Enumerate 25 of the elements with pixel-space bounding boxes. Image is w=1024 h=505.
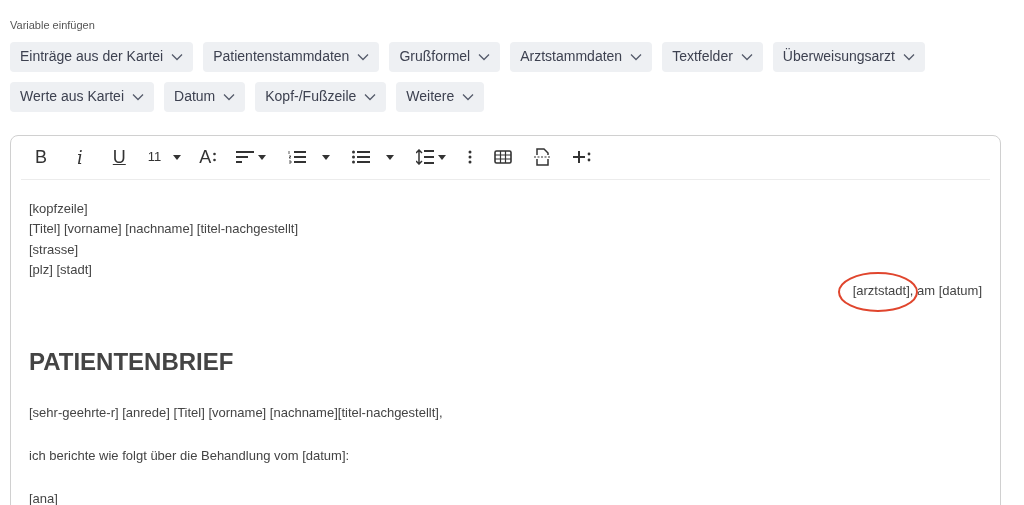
text-format-button[interactable]: A [199, 141, 217, 173]
document-line: [strasse] [29, 240, 79, 259]
variable-dropdown[interactable]: Weitere [396, 81, 485, 112]
document-line: [arztstadt], am [datum] [852, 281, 982, 300]
document-line: [plz] [stadt] [29, 261, 92, 279]
italic-button[interactable]: i [69, 141, 91, 173]
variable-dropdown[interactable]: Patientenstammdaten [203, 41, 380, 72]
variable-dropdown[interactable]: Datum [164, 81, 246, 112]
document-heading: PATIENTENBRIEF [29, 347, 234, 377]
document-paragraph: ich berichte wie folgt über die Behandlung vom [datum]: [29, 447, 350, 465]
document-paragraph: [sehr-geehrte-r] [anrede] [Titel] [vorname] [nachname][titel-nachgestellt], [29, 404, 443, 422]
variable-dropdown[interactable]: Werte aus Kartei [10, 81, 154, 112]
variable-dropdown[interactable]: Arztstammdaten [510, 41, 653, 72]
section-label: Variable einfügen [10, 18, 95, 33]
variable-dropdown[interactable]: Textfelder [662, 41, 763, 72]
variable-dropdown[interactable]: Überweisungsarzt [772, 41, 925, 72]
document-line: [Titel] [vorname] [nachname] [titel-nachgestellt] [29, 220, 299, 238]
document-paragraph: [ana] [29, 490, 58, 505]
document-line: [kopfzeile] [29, 199, 88, 218]
bold-button[interactable]: B [31, 141, 51, 173]
variable-dropdown[interactable]: Grußformel [389, 41, 501, 72]
variable-dropdown[interactable]: Einträge aus der Kartei [10, 41, 194, 72]
font-size-dropdown[interactable]: 11 [147, 141, 182, 173]
variable-dropdown[interactable]: Kopf-/Fußzeile [255, 81, 387, 112]
underline-button[interactable]: U [108, 141, 130, 173]
